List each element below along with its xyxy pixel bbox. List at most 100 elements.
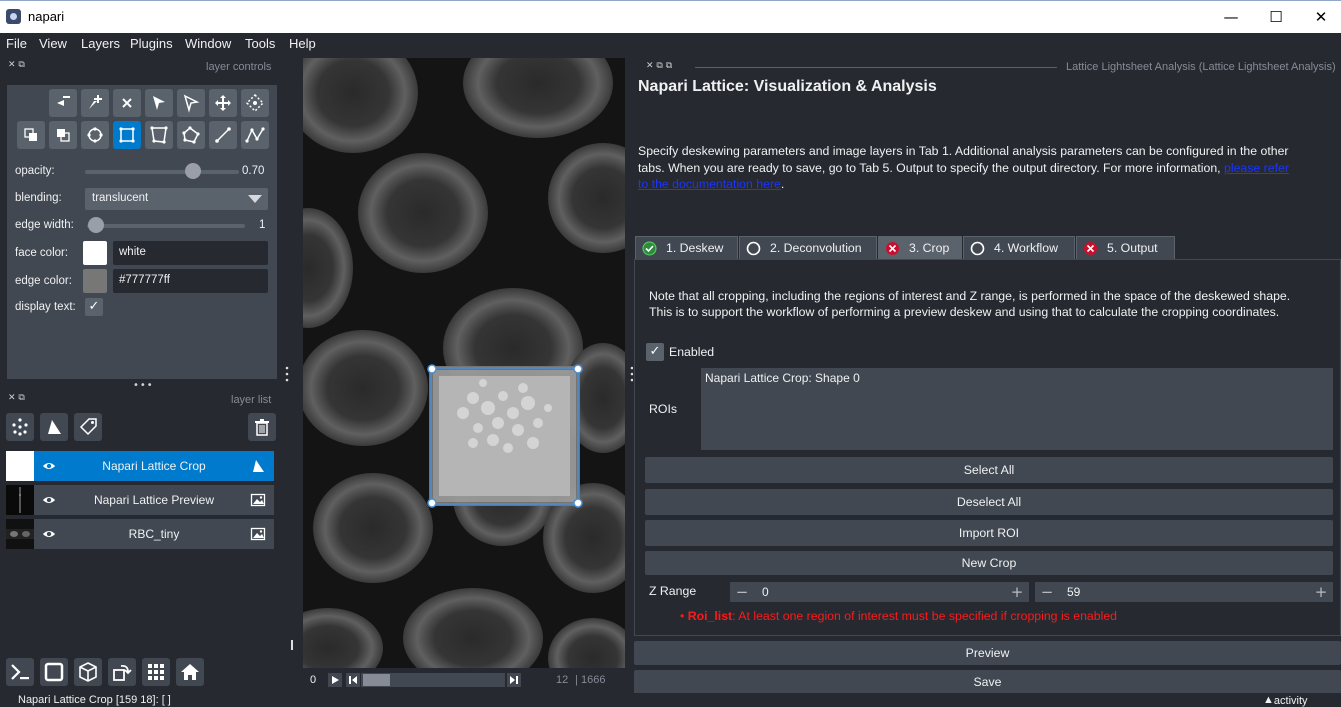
z-range-max-spinbox[interactable]: − 59 + (1035, 582, 1333, 602)
import-roi-button[interactable]: Import ROI (645, 520, 1333, 546)
increment-icon[interactable]: + (1311, 582, 1331, 602)
validation-error: • Roi_list: At least one region of inter… (680, 609, 1118, 623)
display-text-checkbox[interactable]: ✓ (85, 298, 103, 316)
select-all-button[interactable]: Select All (645, 457, 1333, 483)
move-front-button[interactable] (49, 121, 77, 149)
new-shapes-layer-button[interactable] (40, 413, 68, 441)
decrement-icon[interactable]: − (1037, 582, 1057, 602)
play-button[interactable] (328, 673, 342, 687)
splitter-grip-left[interactable] (285, 366, 289, 382)
pan-zoom-tool-button[interactable] (209, 89, 237, 117)
tab-deskew[interactable]: 1. Deskew (635, 236, 738, 259)
z-range-label: Z Range (649, 584, 697, 598)
layer-item-rbc-tiny[interactable]: RBC_tiny (6, 519, 274, 549)
roll-dims-button[interactable] (74, 658, 102, 686)
toggle-ndisplay-button[interactable] (40, 658, 68, 686)
rois-label: ROIs (649, 402, 678, 416)
activity-toggle[interactable]: ▲ activity (1263, 694, 1308, 707)
documentation-link-continued[interactable]: to the documentation here (638, 177, 781, 191)
dims-current-frame[interactable]: 12 (556, 674, 568, 686)
step-back-button[interactable] (346, 673, 360, 687)
delete-layer-button[interactable] (248, 413, 276, 441)
move-back-button[interactable] (17, 121, 45, 149)
menu-plugins[interactable]: Plugins (130, 36, 173, 51)
transform-icon (245, 93, 265, 113)
dims-slider-track[interactable] (361, 673, 505, 687)
menu-layers[interactable]: Layers (81, 36, 120, 51)
layer-item-napari-lattice-crop[interactable]: Napari Lattice Crop (6, 451, 274, 481)
select-shape-tool-button[interactable] (145, 89, 173, 117)
eye-icon[interactable] (42, 459, 56, 473)
layer-thumbnail (6, 485, 34, 515)
grid-view-button[interactable] (142, 658, 170, 686)
tab-deconvolution[interactable]: 2. Deconvolution (739, 236, 877, 259)
preview-button[interactable]: Preview (634, 641, 1341, 665)
add-vertex-tool-button[interactable] (81, 89, 109, 117)
documentation-link[interactable]: please refer (1224, 161, 1289, 175)
empty-circle-icon (970, 241, 985, 255)
delete-vertex-tool-button[interactable] (49, 89, 77, 117)
path-icon (245, 127, 265, 143)
dock-splitter-handle[interactable]: ••• (133, 380, 154, 391)
layer-item-napari-lattice-preview[interactable]: Napari Lattice Preview (6, 485, 274, 515)
increment-icon[interactable]: + (1007, 582, 1027, 602)
eye-icon[interactable] (42, 493, 56, 507)
step-forward-button[interactable] (507, 673, 521, 687)
roi-list-item[interactable]: Napari Lattice Crop: Shape 0 (705, 371, 860, 385)
dock-float-icons[interactable]: ✕ ⧉ (8, 60, 25, 70)
cube-icon (79, 662, 97, 682)
rois-list[interactable]: Napari Lattice Crop: Shape 0 (701, 368, 1333, 450)
viewer-canvas[interactable] (303, 58, 625, 668)
menu-help[interactable]: Help (289, 36, 316, 51)
home-icon (181, 664, 199, 680)
minimize-button[interactable]: — (1216, 5, 1246, 29)
edge-color-swatch[interactable] (83, 269, 107, 293)
console-button[interactable] (6, 658, 34, 686)
crop-enabled-checkbox[interactable]: ✓ (646, 343, 664, 361)
home-button[interactable] (176, 658, 204, 686)
new-points-layer-button[interactable] (6, 413, 34, 441)
delete-shape-button[interactable] (113, 89, 141, 117)
z-range-min-spinbox[interactable]: − 0 + (730, 582, 1029, 602)
add-ellipse-button[interactable] (81, 121, 109, 149)
add-line-button[interactable] (209, 121, 237, 149)
menu-file[interactable]: File (6, 36, 27, 51)
dock-float-icons[interactable]: ✕ ⧉ (8, 393, 25, 403)
tab-crop[interactable]: 3. Crop (878, 236, 962, 259)
menu-window[interactable]: Window (185, 36, 231, 51)
edge-color-field[interactable]: #777777ff (113, 269, 268, 293)
opacity-slider-handle[interactable] (184, 163, 201, 179)
opacity-slider[interactable] (85, 170, 239, 174)
menu-tools[interactable]: Tools (245, 36, 275, 51)
opacity-value: 0.70 (242, 165, 265, 177)
direct-select-tool-button[interactable] (177, 89, 205, 117)
face-color-field[interactable]: white (113, 241, 268, 265)
new-labels-layer-button[interactable] (74, 413, 102, 441)
error-message: : At least one region of interest must b… (732, 609, 1118, 623)
add-rectangle-button[interactable] (113, 121, 141, 149)
transform-tool-button[interactable] (241, 89, 269, 117)
eye-icon[interactable] (42, 527, 56, 541)
close-button[interactable]: ✕ (1306, 5, 1336, 29)
face-color-swatch[interactable] (83, 241, 107, 265)
step-back-icon (349, 676, 357, 684)
maximize-button[interactable]: ☐ (1261, 5, 1291, 29)
transpose-dims-button[interactable] (108, 658, 136, 686)
dims-slider-handle[interactable] (362, 674, 390, 686)
menu-view[interactable]: View (39, 36, 67, 51)
napari-logo-icon (6, 9, 21, 24)
edge-width-slider[interactable] (87, 224, 245, 228)
error-field-name: Roi_list (687, 609, 733, 623)
tab-workflow[interactable]: 4. Workflow (963, 236, 1075, 259)
save-button[interactable]: Save (634, 670, 1341, 694)
add-path-button[interactable] (241, 121, 269, 149)
add-polygon-button[interactable] (177, 121, 205, 149)
add-polygon-lasso-button[interactable] (145, 121, 173, 149)
deselect-all-button[interactable]: Deselect All (645, 489, 1333, 515)
decrement-icon[interactable]: − (732, 582, 752, 602)
tab-output[interactable]: 5. Output (1076, 236, 1175, 259)
new-crop-button[interactable]: New Crop (645, 551, 1333, 575)
blending-select[interactable]: translucent (85, 188, 268, 210)
edge-width-slider-handle[interactable] (88, 217, 104, 233)
dock-close-float-icons[interactable]: ✕ ⧉ ⧉ (646, 61, 672, 71)
